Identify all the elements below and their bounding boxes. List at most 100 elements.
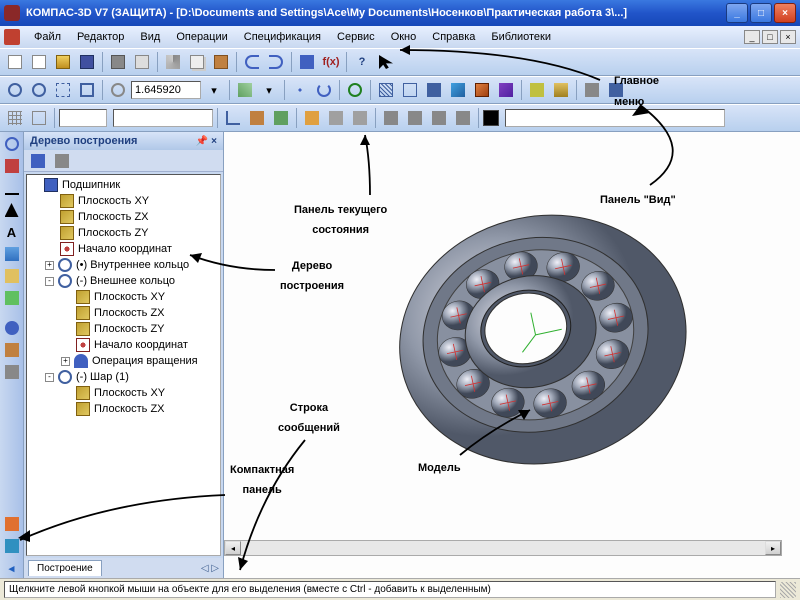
paste-button[interactable] — [210, 51, 232, 73]
tree-plane[interactable]: Плоскость XY — [29, 385, 218, 401]
undo-button[interactable] — [241, 51, 263, 73]
zoom-window-button[interactable] — [52, 79, 74, 101]
mark3-button[interactable] — [349, 107, 371, 129]
tree-tab-nav[interactable]: ◁ ▷ — [201, 563, 219, 574]
cp-left-arrow-icon[interactable]: ◂ — [2, 558, 22, 578]
simplify-button[interactable] — [526, 79, 548, 101]
assoc-button[interactable] — [246, 107, 268, 129]
menu-файл[interactable]: Файл — [26, 29, 69, 45]
menu-редактор[interactable]: Редактор — [69, 29, 132, 45]
mark1-button[interactable] — [301, 107, 323, 129]
cp-filter-button[interactable] — [2, 340, 22, 360]
load2-button[interactable] — [404, 107, 426, 129]
cp-geometry-button[interactable] — [2, 134, 22, 154]
save-button[interactable] — [76, 51, 98, 73]
grid-button[interactable] — [4, 107, 26, 129]
cp-edit-button[interactable] — [2, 156, 22, 176]
cp-lib-button[interactable] — [2, 514, 22, 534]
color-black-well[interactable] — [483, 110, 499, 126]
mdi-close-button[interactable]: × — [780, 30, 796, 44]
mdi-minimize-button[interactable]: _ — [744, 30, 760, 44]
variables-button[interactable]: f(x) — [320, 51, 342, 73]
viewport-3d[interactable] — [224, 132, 800, 578]
preview-button[interactable] — [131, 51, 153, 73]
load3-button[interactable] — [428, 107, 450, 129]
tree-plane[interactable]: Плоскость ZY — [29, 321, 218, 337]
h-scrollbar[interactable]: ◂▸ — [224, 540, 782, 556]
cp-aux-button[interactable] — [2, 288, 22, 308]
load1-button[interactable] — [380, 107, 402, 129]
tree-origin[interactable]: Начало координат — [29, 241, 218, 257]
orient-button[interactable] — [234, 79, 256, 101]
load4-button[interactable] — [452, 107, 474, 129]
tree-origin[interactable]: Начало координат — [29, 337, 218, 353]
tree-plane[interactable]: Плоскость ZX — [29, 305, 218, 321]
tree-op[interactable]: +Операция вращения — [29, 353, 218, 369]
cp-symbols-button[interactable] — [2, 200, 22, 220]
mark2-button[interactable] — [325, 107, 347, 129]
tree-root[interactable]: Подшипник — [29, 177, 218, 193]
display-shaded-edges-button[interactable] — [471, 79, 493, 101]
print-button[interactable] — [107, 51, 129, 73]
orient-dd-button[interactable]: ▾ — [258, 79, 280, 101]
tree-item[interactable]: -(-) Внешнее кольцо — [29, 273, 218, 289]
tree-plane[interactable]: Плоскость ZY — [29, 225, 218, 241]
display-shaded-button[interactable] — [447, 79, 469, 101]
tree-item[interactable]: +(•) Внутреннее кольцо — [29, 257, 218, 273]
cp-ops-button[interactable] — [2, 244, 22, 264]
layer-field[interactable] — [59, 109, 107, 127]
cp-dim-button[interactable] — [2, 178, 22, 198]
ortho-button[interactable] — [222, 107, 244, 129]
param-button[interactable] — [270, 107, 292, 129]
pan-button[interactable] — [289, 79, 311, 101]
display-nohidden-button[interactable] — [423, 79, 445, 101]
help-button[interactable]: ? — [351, 51, 373, 73]
cut-button[interactable] — [162, 51, 184, 73]
zoom-dd-button[interactable]: ▾ — [203, 79, 225, 101]
options-button[interactable] — [605, 79, 627, 101]
display-hidden-button[interactable] — [399, 79, 421, 101]
tree-tab[interactable]: Построение — [28, 560, 102, 576]
close-button[interactable]: × — [774, 3, 796, 23]
menu-спецификация[interactable]: Спецификация — [236, 29, 329, 45]
snap-button[interactable] — [28, 107, 50, 129]
mdi-restore-button[interactable]: □ — [762, 30, 778, 44]
cp-surface-button[interactable] — [2, 266, 22, 286]
menu-справка[interactable]: Справка — [424, 29, 483, 45]
zoom-field[interactable] — [131, 81, 201, 99]
copy-button[interactable] — [186, 51, 208, 73]
menu-библиотеки[interactable]: Библиотеки — [483, 29, 559, 45]
maximize-button[interactable]: □ — [750, 3, 772, 23]
tree-plane[interactable]: Плоскость XY — [29, 289, 218, 305]
rotate-button[interactable] — [313, 79, 335, 101]
display-perspective-button[interactable] — [495, 79, 517, 101]
open-button[interactable] — [52, 51, 74, 73]
new-button[interactable] — [4, 51, 26, 73]
tree-tb2-button[interactable] — [51, 150, 73, 172]
refresh-button[interactable] — [344, 79, 366, 101]
menu-вид[interactable]: Вид — [132, 29, 168, 45]
display-wireframe-button[interactable] — [375, 79, 397, 101]
tree-item[interactable]: -(-) Шар (1) — [29, 369, 218, 385]
minimize-button[interactable]: _ — [726, 3, 748, 23]
zoom-out-button[interactable] — [28, 79, 50, 101]
tree-tb1-button[interactable] — [27, 150, 49, 172]
menu-операции[interactable]: Операции — [168, 29, 235, 45]
cp-report-button[interactable] — [2, 536, 22, 556]
redo-button[interactable] — [265, 51, 287, 73]
menu-окно[interactable]: Окно — [383, 29, 425, 45]
model-tree[interactable]: ПодшипникПлоскость XYПлоскость ZXПлоскос… — [26, 174, 221, 556]
layers-button[interactable] — [581, 79, 603, 101]
zoom-in-button[interactable] — [4, 79, 26, 101]
cp-text-button[interactable]: A — [2, 222, 22, 242]
tree-plane[interactable]: Плоскость ZX — [29, 209, 218, 225]
tree-plane[interactable]: Плоскость ZX — [29, 401, 218, 417]
section-button[interactable] — [550, 79, 572, 101]
tree-pin-icon[interactable]: 📌 × — [196, 136, 217, 147]
zoom-fit-button[interactable] — [76, 79, 98, 101]
help-cursor-button[interactable] — [375, 51, 397, 73]
tree-plane[interactable]: Плоскость XY — [29, 193, 218, 209]
menu-сервис[interactable]: Сервис — [329, 29, 383, 45]
style-field[interactable] — [113, 109, 213, 127]
new-dd-button[interactable] — [28, 51, 50, 73]
